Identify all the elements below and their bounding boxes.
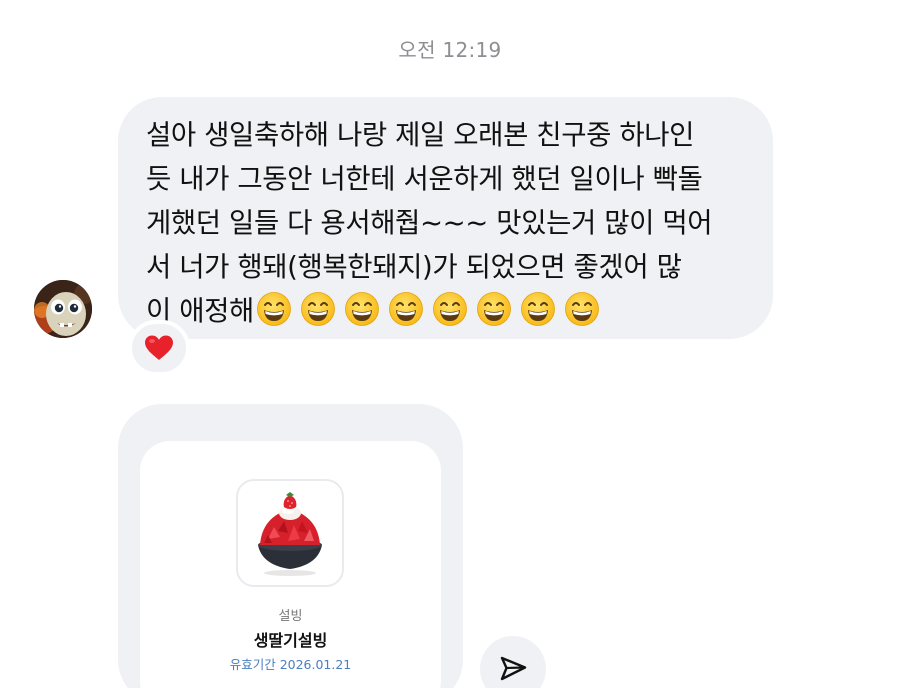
strawberry-bingsu-icon [258, 492, 322, 576]
message-line: 서 너가 행돼(행복한돼지)가 되었으면 좋겠어 많 [146, 251, 682, 283]
avatar[interactable] [34, 280, 92, 338]
gift-product-name: 생딸기설빙 [253, 631, 328, 650]
grinning-face-with-smiling-eyes-icon [521, 292, 555, 326]
message-text: 설아 생일축하해 나랑 제일 오래본 친구중 하나인 듯 내가 그동안 너한테 … [146, 113, 753, 333]
message-timestamp: 오전 12:19 [398, 38, 502, 62]
red-heart-icon [145, 335, 173, 360]
message-line: 게했던 일들 다 용서해줩~~~ 맛있는거 많이 먹어 [146, 207, 713, 239]
grinning-face-with-smiling-eyes-icon [389, 292, 423, 326]
message-line: 설아 생일축하해 나랑 제일 오래본 친구중 하나인 [146, 119, 695, 151]
emoji-row [256, 291, 600, 327]
share-button[interactable] [480, 636, 546, 688]
product-image-frame [236, 479, 344, 587]
avatar-image [34, 280, 92, 338]
chat-screen: 오전 12:19 설아 생일축하해 나랑 제일 오래본 친구중 하나인 듯 내가… [0, 0, 900, 688]
message-bubble[interactable]: 설아 생일축하해 나랑 제일 오래본 친구중 하나인 듯 내가 그동안 너한테 … [118, 97, 773, 339]
gift-brand: 설빙 [278, 609, 303, 624]
grinning-face-with-smiling-eyes-icon [433, 292, 467, 326]
message-line: 듯 내가 그동안 너한테 서운하게 했던 일이나 빡돌 [146, 163, 703, 195]
grinning-face-with-smiling-eyes-icon [477, 292, 511, 326]
heart-reaction[interactable] [128, 320, 190, 376]
grinning-face-with-smiling-eyes-icon [301, 292, 335, 326]
gift-validity: 유효기간 2026.01.21 [229, 657, 352, 672]
grinning-face-with-smiling-eyes-icon [257, 292, 291, 326]
paper-plane-send-icon [500, 656, 527, 681]
grinning-face-with-smiling-eyes-icon [565, 292, 599, 326]
grinning-face-with-smiling-eyes-icon [345, 292, 379, 326]
gift-card[interactable]: 설빙 생딸기설빙 유효기간 2026.01.21 [140, 441, 441, 688]
